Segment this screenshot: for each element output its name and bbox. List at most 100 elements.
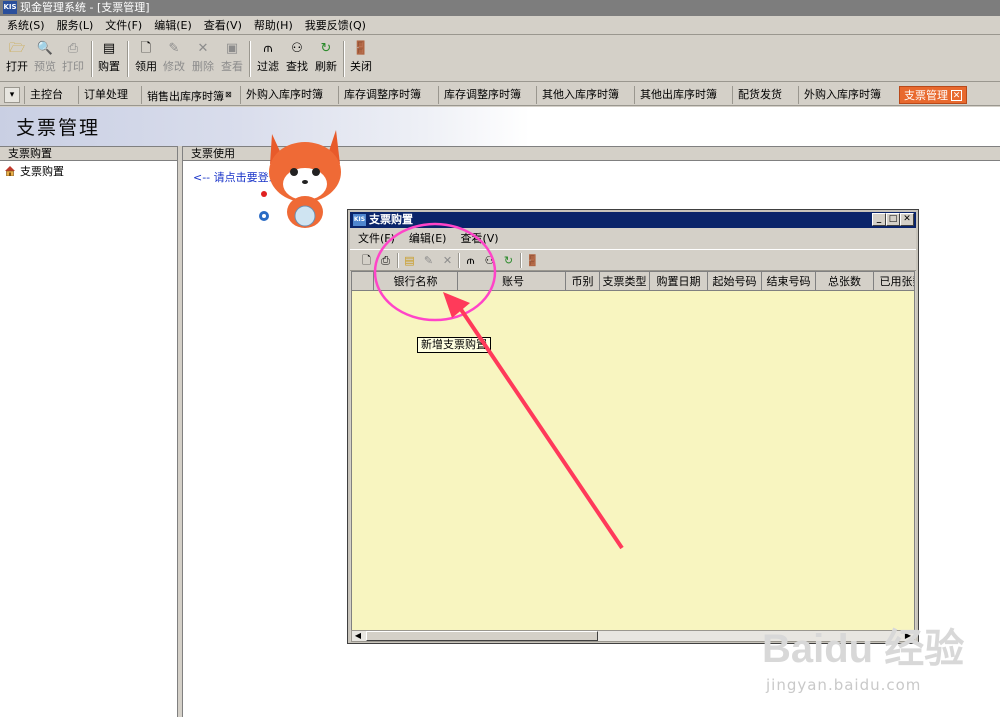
refresh-button[interactable]: ↻ 刷新: [311, 39, 341, 79]
new-purchase-icon[interactable]: ▤: [401, 252, 418, 269]
view-button[interactable]: ▣ 查看: [217, 39, 247, 79]
dialog-toolbar: 🗋 ⎙ ▤ ✎ ✕ ⫙ ⚇ ↻ 🚪: [350, 249, 916, 271]
tab-label: 主控台: [30, 88, 63, 101]
column-header[interactable]: 银行名称: [374, 272, 458, 291]
grid-row-header: [352, 272, 374, 291]
scrollbar-thumb[interactable]: [366, 631, 598, 641]
preview-icon[interactable]: 🗋: [358, 252, 375, 269]
toolbar-separator: [520, 253, 522, 268]
tab-label: 其他出库序时簿: [640, 88, 717, 101]
tab-purchase-inbound[interactable]: 外购入库序时簿: [240, 86, 328, 104]
pencil-icon: ✎: [168, 41, 180, 56]
binoculars-icon: ⚇: [291, 41, 303, 56]
binoculars-icon[interactable]: ⚇: [481, 252, 498, 269]
dialog-menubar: 文件(F) 编辑(E) 查看(V): [350, 230, 916, 248]
tab-cheque-management[interactable]: 支票管理 ✕: [899, 86, 967, 104]
tree-item-label: 支票购置: [20, 165, 64, 178]
baidu-watermark: Baidu 经验 jingyan.baidu.com: [756, 610, 996, 710]
refresh-icon[interactable]: ↻: [500, 252, 517, 269]
maximize-icon[interactable]: □: [886, 213, 900, 226]
menu-file[interactable]: 文件(F): [98, 16, 147, 35]
exit-door-icon[interactable]: 🚪: [524, 252, 541, 269]
window-tab-strip: ▾ 主控台 订单处理 销售出库序时簿⊠ 外购入库序时簿 库存调整序时簿 库存调整…: [0, 84, 1000, 106]
filter-icon[interactable]: ⫙: [462, 252, 479, 269]
left-panel: 支票购置 支票购置: [0, 146, 178, 717]
delete-x-icon[interactable]: ✕: [439, 252, 456, 269]
close-label: 关闭: [350, 60, 372, 73]
fox-mascot-icon: [259, 130, 341, 228]
tab-console[interactable]: 主控台: [24, 86, 68, 104]
watermark-brand: Baidu 经验: [762, 627, 964, 671]
window-titlebar: KIS 现金管理系统 - [支票管理]: [0, 0, 1000, 16]
toolbar-separator: [458, 253, 460, 268]
column-header[interactable]: 已用张数: [874, 272, 914, 291]
dialog-menu-file[interactable]: 文件(F): [350, 230, 401, 248]
column-header[interactable]: 起始号码: [708, 272, 762, 291]
column-header[interactable]: 总张数: [816, 272, 874, 291]
view-icon: ▣: [225, 41, 239, 56]
dialog-menu-edit[interactable]: 编辑(E): [401, 230, 453, 248]
grid-header: 银行名称 账号 币别 支票类型 购置日期 起始号码 结束号码 总张数 已用张数: [352, 272, 914, 291]
tab-other-inbound[interactable]: 其他入库序时簿: [536, 86, 624, 104]
tab-label: 销售出库序时簿: [147, 90, 224, 103]
app-logo-icon: KIS: [353, 214, 366, 226]
pencil-icon[interactable]: ✎: [420, 252, 437, 269]
scroll-left-icon[interactable]: ◀: [352, 631, 364, 641]
tab-close-icon[interactable]: ✕: [951, 90, 962, 101]
menu-view[interactable]: 查看(V): [197, 16, 247, 35]
tab-close-icon[interactable]: ⊠: [225, 90, 232, 99]
tab-inventory-adjust-1[interactable]: 库存调整序时簿: [338, 86, 426, 104]
dialog-title: 支票购置: [369, 213, 413, 226]
tree-item-cheque-purchase[interactable]: 支票购置: [4, 163, 64, 179]
menu-feedback[interactable]: 我要反馈(Q): [298, 16, 371, 35]
menu-system[interactable]: 系统(S): [0, 16, 50, 35]
tab-list-dropdown-icon[interactable]: ▾: [4, 87, 20, 103]
tab-label: 外购入库序时簿: [246, 88, 323, 101]
filter-icon: ⫙: [263, 41, 273, 56]
column-header[interactable]: 币别: [566, 272, 600, 291]
left-panel-header: 支票购置: [0, 147, 177, 161]
tooltip: 新增支票购置: [417, 337, 491, 353]
column-header[interactable]: 结束号码: [762, 272, 816, 291]
tab-other-outbound[interactable]: 其他出库序时簿: [634, 86, 722, 104]
tab-inventory-adjust-2[interactable]: 库存调整序时簿: [438, 86, 526, 104]
home-icon: [5, 166, 15, 176]
refresh-icon: ↻: [320, 41, 332, 56]
purchase-icon: ▤: [102, 41, 116, 56]
folder-open-icon: 🗁: [8, 41, 26, 56]
page-title: 支票管理: [16, 117, 101, 139]
cheque-purchase-grid[interactable]: 银行名称 账号 币别 支票类型 购置日期 起始号码 结束号码 总张数 已用张数 …: [351, 271, 915, 631]
tab-purchase-inbound-2[interactable]: 外购入库序时簿: [798, 86, 886, 104]
tab-label: 库存调整序时簿: [444, 88, 521, 101]
printer-icon: ⎙: [67, 41, 79, 56]
dialog-menu-view[interactable]: 查看(V): [452, 230, 504, 248]
preview-icon: 🔍: [36, 41, 54, 56]
minimize-icon[interactable]: _: [872, 213, 886, 226]
close-window-icon[interactable]: ✕: [900, 213, 914, 226]
close-button[interactable]: 🚪 关闭: [346, 39, 376, 79]
column-header[interactable]: 账号: [458, 272, 566, 291]
menubar: 系统(S) 服务(L) 文件(F) 编辑(E) 查看(V) 帮助(H) 我要反馈(Q): [0, 16, 1000, 35]
menu-service[interactable]: 服务(L): [50, 16, 99, 35]
dialog-titlebar: KIS 支票购置 _ □ ✕: [350, 212, 916, 228]
exit-door-icon: 🚪: [352, 41, 370, 56]
app-logo-icon: KIS: [3, 1, 17, 14]
tab-label: 支票管理: [904, 89, 948, 102]
tab-label: 订单处理: [84, 88, 128, 101]
new-document-icon: 🗋: [140, 41, 152, 56]
purchase-label: 购置: [98, 60, 120, 73]
print-button[interactable]: ⎙ 打印: [58, 39, 88, 79]
watermark-url: jingyan.baidu.com: [766, 676, 922, 694]
menu-help[interactable]: 帮助(H): [247, 16, 298, 35]
tab-order-processing[interactable]: 订单处理: [78, 86, 133, 104]
page-header: 支票管理: [0, 107, 1000, 146]
purchase-button[interactable]: ▤ 购置: [94, 39, 124, 79]
column-header[interactable]: 支票类型: [600, 272, 650, 291]
printer-icon[interactable]: ⎙: [377, 252, 394, 269]
tab-label: 配货发货: [738, 88, 782, 101]
tab-sales-outbound[interactable]: 销售出库序时簿⊠: [141, 86, 237, 104]
cheque-purchase-dialog: KIS 支票购置 _ □ ✕ 文件(F) 编辑(E) 查看(V) 🗋 ⎙ ▤ ✎ ✕ …: [347, 209, 919, 644]
menu-edit[interactable]: 编辑(E): [147, 16, 197, 35]
tab-distribution[interactable]: 配货发货: [732, 86, 787, 104]
column-header[interactable]: 购置日期: [650, 272, 708, 291]
